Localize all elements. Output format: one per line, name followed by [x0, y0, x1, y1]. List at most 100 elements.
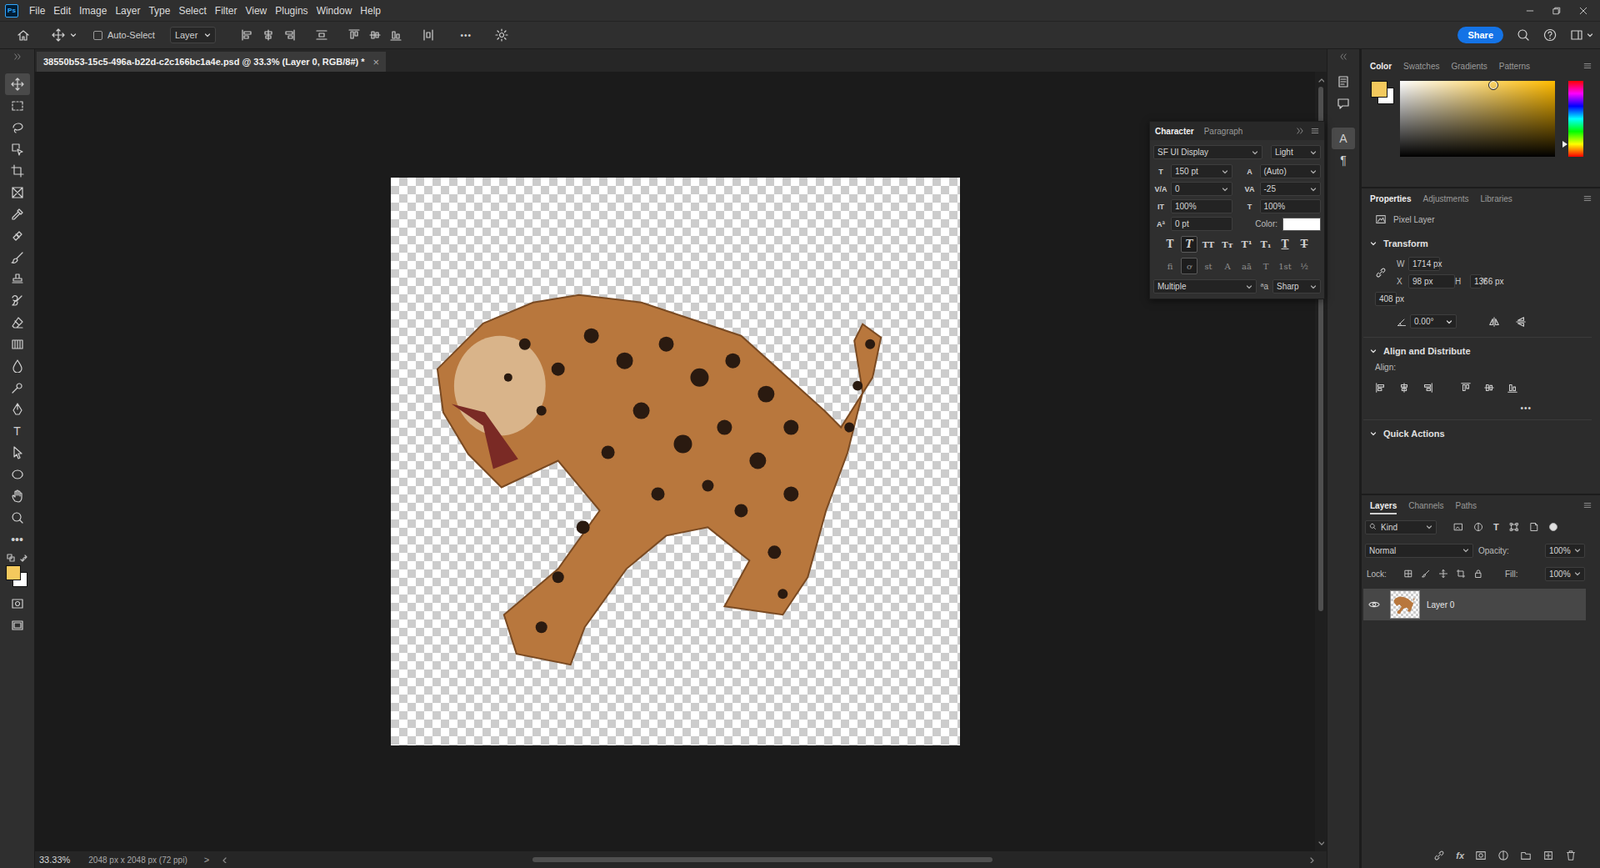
- type-style-button[interactable]: Tт: [1219, 235, 1236, 253]
- panel-tab[interactable]: Channels: [1408, 500, 1444, 510]
- minimize-icon[interactable]: [1525, 5, 1535, 16]
- scroll-right-icon[interactable]: [1308, 855, 1315, 863]
- section-header[interactable]: Quick Actions: [1363, 419, 1592, 444]
- lock-icon[interactable]: [1420, 568, 1431, 579]
- panel-menu-icon[interactable]: [1583, 61, 1592, 70]
- panel-tab[interactable]: Libraries: [1480, 194, 1513, 204]
- app-logo[interactable]: Ps: [5, 4, 19, 18]
- add-mask-icon[interactable]: [1475, 849, 1487, 861]
- layer-name[interactable]: Layer 0: [1426, 600, 1455, 610]
- quick-mask-icon[interactable]: [10, 596, 25, 610]
- panel-tab[interactable]: Swatches: [1403, 61, 1440, 71]
- filter-kind-dropdown[interactable]: Kind: [1365, 520, 1437, 535]
- opacity-input[interactable]: 100%: [1545, 543, 1585, 558]
- scroll-down-icon[interactable]: [1317, 839, 1325, 846]
- menu-item[interactable]: Plugins: [270, 5, 312, 17]
- menu-item[interactable]: Filter: [210, 5, 242, 17]
- distribute-icon[interactable]: [315, 28, 329, 42]
- adjustment-layer-icon[interactable]: [1497, 849, 1510, 861]
- flip-horizontal-icon[interactable]: [1488, 315, 1500, 328]
- field-input[interactable]: 0: [1170, 181, 1233, 196]
- picker-marker[interactable]: [1488, 80, 1499, 90]
- align-icon[interactable]: [1506, 381, 1519, 394]
- restore-icon[interactable]: [1551, 5, 1562, 16]
- type-style-button[interactable]: T₁: [1257, 235, 1275, 253]
- align-icon[interactable]: [240, 28, 255, 42]
- close-tab-button[interactable]: ×: [373, 55, 380, 69]
- collapse-icon[interactable]: [1295, 126, 1305, 135]
- tool-button[interactable]: [5, 95, 30, 117]
- type-style-button[interactable]: T: [1161, 235, 1179, 253]
- flip-vertical-icon[interactable]: [1515, 315, 1527, 328]
- distribute-icon[interactable]: [421, 28, 435, 42]
- panel-tab[interactable]: Gradients: [1450, 61, 1487, 71]
- panel-menu-icon[interactable]: [1583, 500, 1592, 510]
- expand-toolbar-icon[interactable]: [13, 52, 22, 61]
- link-icon[interactable]: [1375, 266, 1387, 279]
- align-icon[interactable]: [282, 28, 296, 42]
- panel-icon-button[interactable]: A: [1331, 127, 1355, 150]
- document-tab[interactable]: 38550b53-15c5-496a-b22d-c2c166bc1a4e.psd…: [36, 51, 386, 72]
- home-icon[interactable]: [16, 28, 30, 42]
- angle-input[interactable]: 0.00°: [1410, 314, 1457, 329]
- tool-button[interactable]: [5, 441, 30, 464]
- saturation-field[interactable]: [1400, 80, 1555, 157]
- lock-icon[interactable]: [1438, 568, 1449, 579]
- collapse-icon[interactable]: [1339, 52, 1348, 61]
- tool-button[interactable]: [5, 225, 30, 247]
- fill-input[interactable]: 100%: [1545, 566, 1585, 581]
- field-input[interactable]: 100%: [1260, 199, 1322, 214]
- menu-item[interactable]: Help: [355, 5, 385, 17]
- panel-icon-button[interactable]: [1331, 92, 1355, 115]
- panel-tab[interactable]: Patterns: [1499, 61, 1530, 71]
- align-icon[interactable]: [1483, 381, 1495, 394]
- panel-tab[interactable]: Paths: [1455, 500, 1478, 510]
- language-dropdown[interactable]: Multiple: [1153, 279, 1257, 294]
- opentype-button[interactable]: T: [1257, 257, 1275, 275]
- menu-item[interactable]: Image: [75, 5, 111, 17]
- font-style-dropdown[interactable]: Light: [1270, 145, 1321, 160]
- type-filter-button[interactable]: T: [1493, 521, 1500, 532]
- scroll-left-icon[interactable]: [220, 855, 228, 863]
- align-icon[interactable]: [1460, 381, 1472, 394]
- type-style-button[interactable]: T¹: [1238, 235, 1255, 253]
- panel-tab[interactable]: Adjustments: [1422, 194, 1469, 204]
- panel-icon-button[interactable]: ¶: [1331, 149, 1355, 171]
- link-layers-icon[interactable]: [1433, 849, 1445, 861]
- checkbox-box[interactable]: [93, 30, 103, 40]
- section-header[interactable]: Transform: [1361, 230, 1600, 254]
- type-style-button[interactable]: TT: [1200, 235, 1217, 253]
- layer-effects-button[interactable]: fx: [1455, 850, 1465, 860]
- text-color-swatch[interactable]: [1282, 217, 1321, 231]
- tool-button[interactable]: •••: [5, 528, 30, 550]
- field-input[interactable]: (Auto): [1260, 164, 1322, 179]
- panel-tab[interactable]: Layers: [1370, 496, 1397, 515]
- panel-menu-icon[interactable]: [1310, 126, 1320, 135]
- opentype-button[interactable]: st: [1200, 257, 1217, 275]
- group-folder-icon[interactable]: [1520, 849, 1532, 861]
- lock-icon[interactable]: [1455, 568, 1466, 579]
- panel-tab[interactable]: Character: [1155, 126, 1195, 136]
- type-style-button[interactable]: T: [1295, 235, 1313, 253]
- default-colors-icon[interactable]: [6, 553, 15, 562]
- hue-slider[interactable]: [1568, 80, 1584, 157]
- font-family-dropdown[interactable]: SF UI Display: [1153, 145, 1263, 160]
- adjustment-filter-icon[interactable]: [1473, 521, 1484, 532]
- tool-button[interactable]: [5, 355, 30, 377]
- workspace-switcher[interactable]: [1570, 28, 1594, 42]
- menu-item[interactable]: Window: [312, 5, 357, 17]
- layer-row[interactable]: Layer 0: [1363, 588, 1586, 620]
- tool-button[interactable]: [5, 116, 30, 139]
- gear-icon[interactable]: [495, 28, 509, 42]
- canvas[interactable]: [390, 177, 960, 745]
- target-dropdown[interactable]: Layer: [170, 26, 217, 44]
- status-menu-button[interactable]: >: [204, 854, 210, 865]
- shape-filter-icon[interactable]: [1509, 521, 1520, 532]
- opentype-button[interactable]: ơ: [1180, 257, 1198, 275]
- foreground-color-swatch[interactable]: [1370, 80, 1388, 98]
- lock-icon[interactable]: [1403, 568, 1414, 579]
- type-style-button[interactable]: T: [1180, 235, 1198, 253]
- lock-icon[interactable]: [1473, 568, 1484, 579]
- blend-mode-dropdown[interactable]: Normal: [1365, 543, 1474, 558]
- panel-icon-button[interactable]: [1331, 70, 1355, 93]
